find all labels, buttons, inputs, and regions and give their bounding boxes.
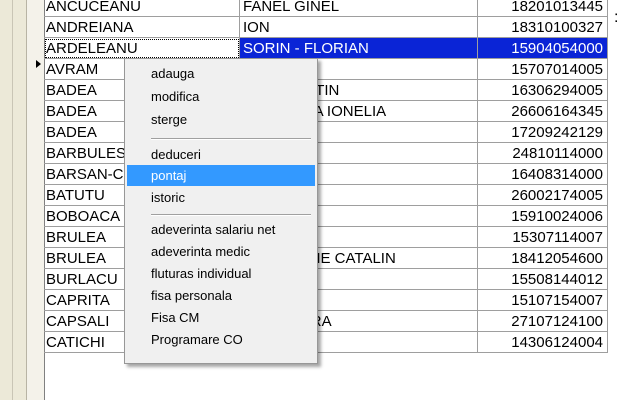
menu-separator bbox=[151, 138, 311, 140]
cell-cnp[interactable]: 17209242129 bbox=[478, 122, 608, 143]
cell-cnp[interactable]: 26606164345 bbox=[478, 101, 608, 122]
menu-item-fluturas-individual[interactable]: fluturas individual bbox=[127, 263, 315, 284]
row-indicator-arrow-icon bbox=[36, 60, 41, 68]
menu-item-adauga[interactable]: adauga bbox=[127, 63, 315, 84]
menu-item-adeverinta-salariu-net[interactable]: adeverinta salariu net bbox=[127, 219, 315, 240]
cell-cnp[interactable]: 24810114000 bbox=[478, 143, 608, 164]
menu-item-adeverinta-medic[interactable]: adeverinta medic bbox=[127, 241, 315, 262]
cell-last-name[interactable]: ANCUCEANU bbox=[44, 0, 240, 17]
cell-cnp[interactable]: 16408314000 bbox=[478, 164, 608, 185]
cell-first-name[interactable]: ION bbox=[240, 17, 478, 38]
cell-cnp[interactable]: 15910024006 bbox=[478, 206, 608, 227]
trailing-colon: : bbox=[614, 9, 619, 26]
cell-cnp[interactable]: 15307114007 bbox=[478, 227, 608, 248]
cell-cnp[interactable]: 18412054600 bbox=[478, 248, 608, 269]
cell-cnp[interactable]: 26002174005 bbox=[478, 185, 608, 206]
cell-last-name[interactable]: ARDELEANU bbox=[44, 38, 240, 59]
cell-cnp[interactable]: 15107154007 bbox=[478, 290, 608, 311]
cell-first-name[interactable]: SORIN - FLORIAN bbox=[240, 38, 478, 59]
cell-cnp[interactable]: 27107124100 bbox=[478, 311, 608, 332]
table-row[interactable]: ANCUCEANU FANEL GINEL 18201013445 bbox=[44, 0, 608, 17]
menu-item-istoric[interactable]: istoric bbox=[127, 187, 315, 208]
context-menu[interactable]: adauga modifica sterge deduceri pontaj i… bbox=[124, 58, 318, 364]
menu-item-sterge[interactable]: sterge bbox=[127, 109, 315, 130]
cell-cnp[interactable]: 18310100327 bbox=[478, 17, 608, 38]
menu-item-programare-co[interactable]: Programare CO bbox=[127, 329, 315, 350]
menu-item-fisa-cm[interactable]: Fisa CM bbox=[127, 307, 315, 328]
cell-cnp[interactable]: 15508144012 bbox=[478, 269, 608, 290]
table-row-selected[interactable]: ARDELEANU SORIN - FLORIAN 15904054000 bbox=[44, 38, 608, 59]
table-row[interactable]: ANDREIANA ION 18310100327 bbox=[44, 17, 608, 38]
left-gutter bbox=[0, 0, 27, 400]
cell-cnp[interactable]: 18201013445 bbox=[478, 0, 608, 17]
menu-item-fisa-personala[interactable]: fisa personala bbox=[127, 285, 315, 306]
menu-item-pontaj[interactable]: pontaj bbox=[127, 165, 315, 186]
cell-cnp[interactable]: 16306294005 bbox=[478, 80, 608, 101]
cell-last-name[interactable]: ANDREIANA bbox=[44, 17, 240, 38]
menu-separator bbox=[151, 214, 311, 216]
cell-first-name[interactable]: FANEL GINEL bbox=[240, 0, 478, 17]
menu-item-deduceri[interactable]: deduceri bbox=[127, 144, 315, 165]
cell-cnp[interactable]: 14306124004 bbox=[478, 332, 608, 353]
menu-item-modifica[interactable]: modifica bbox=[127, 86, 315, 107]
cell-cnp[interactable]: 15904054000 bbox=[478, 38, 608, 59]
cell-cnp[interactable]: 15707014005 bbox=[478, 59, 608, 80]
